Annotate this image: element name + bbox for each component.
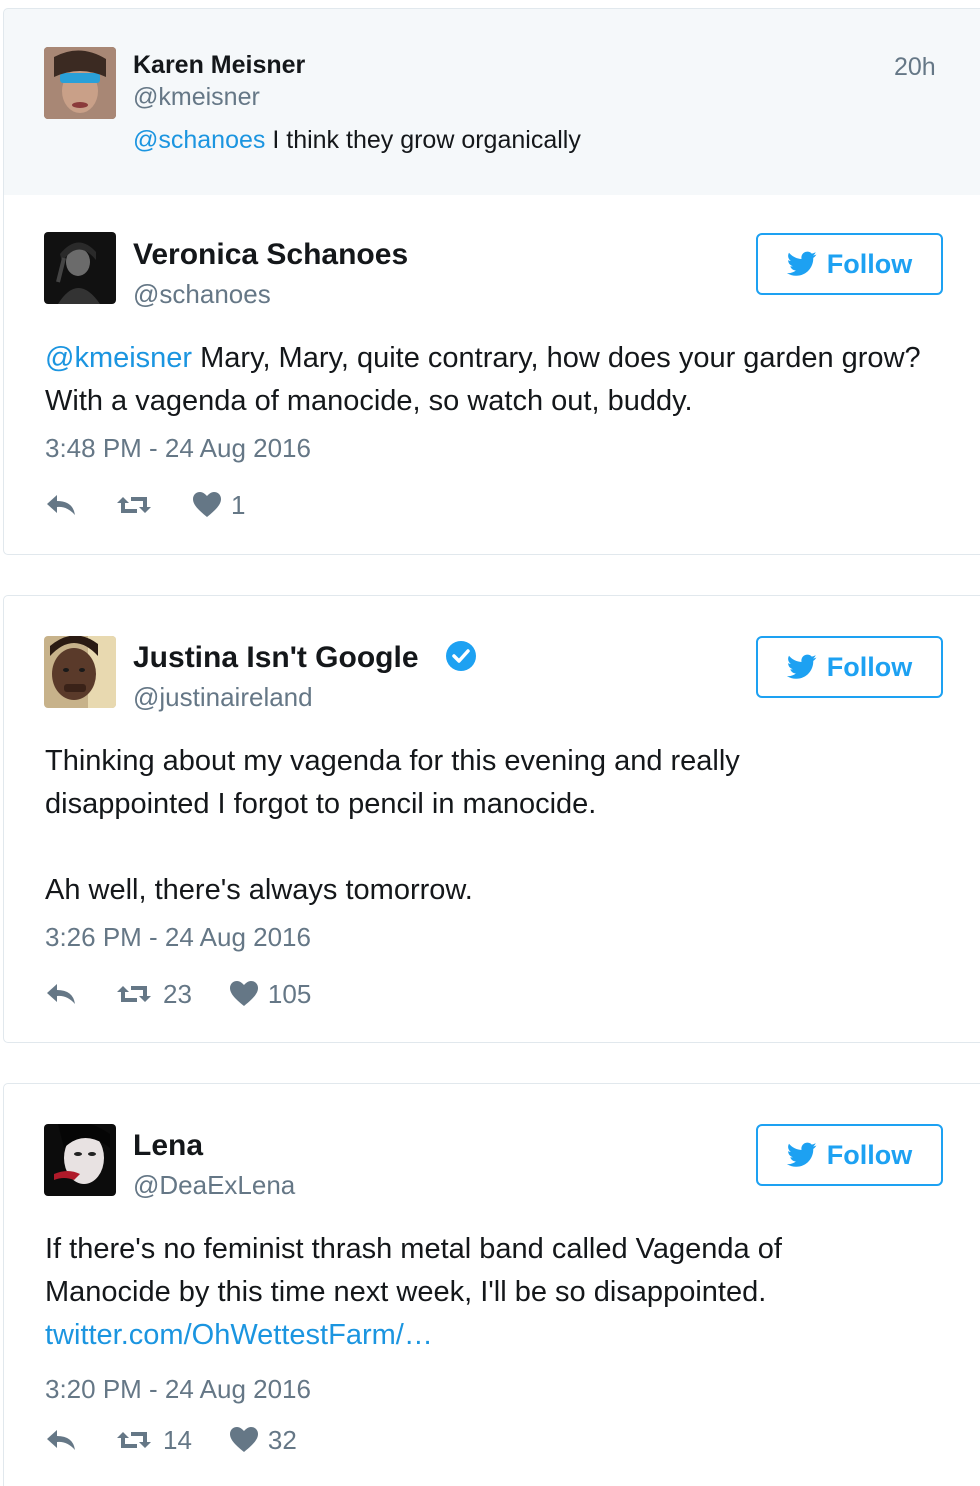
tweet-body: I think they grow organically: [265, 126, 581, 154]
retweet-icon: [117, 1432, 151, 1448]
tweet-actions: 14 32: [45, 1422, 297, 1458]
reply-button[interactable]: [45, 493, 77, 517]
twitter-bird-icon: [786, 654, 817, 679]
retweet-button[interactable]: 14: [115, 1425, 192, 1456]
follow-button[interactable]: Follow: [756, 233, 943, 295]
tweet-date[interactable]: 3:20 PM - 24 Aug 2016: [45, 1374, 311, 1405]
author-name[interactable]: Lena: [133, 1129, 203, 1163]
tweet-date[interactable]: 3:48 PM - 24 Aug 2016: [45, 433, 311, 464]
verified-badge-icon: [446, 641, 476, 671]
avatar-justina[interactable]: [44, 636, 116, 708]
author-name[interactable]: Justina Isn't Google: [133, 641, 419, 675]
author-name[interactable]: Karen Meisner: [133, 51, 305, 80]
heart-icon: [193, 492, 221, 517]
follow-label: Follow: [826, 248, 913, 279]
tweet-date[interactable]: 3:26 PM - 24 Aug 2016: [45, 922, 311, 953]
twitter-bird-icon: [786, 251, 817, 276]
tweet-actions: 23 105: [45, 976, 311, 1012]
like-count: 105: [267, 978, 312, 1009]
follow-label: Follow: [826, 651, 913, 682]
tweet-body: If there's no feminist thrash metal band…: [45, 1233, 782, 1308]
follow-label: Follow: [826, 1139, 913, 1170]
tweet-link[interactable]: twitter.com/OhWettestFarm/…: [45, 1319, 433, 1351]
retweet-button[interactable]: [115, 493, 163, 517]
reply-icon: [47, 495, 75, 515]
reply-icon: [47, 984, 75, 1004]
author-handle[interactable]: @justinaireland: [133, 682, 313, 713]
reply-button[interactable]: [45, 982, 77, 1006]
avatar-lena[interactable]: [44, 1124, 116, 1196]
tweet-card: Justina Isn't Google @justinaireland Fol…: [3, 595, 980, 1043]
author-handle[interactable]: @schanoes: [133, 279, 271, 310]
mention-link[interactable]: @kmeisner: [45, 342, 192, 374]
tweet-text: @schanoes I think they grow organically: [133, 126, 581, 155]
like-count: 32: [267, 1424, 297, 1455]
reply-button[interactable]: [45, 1428, 77, 1452]
tweet-text: @kmeisner Mary, Mary, quite contrary, ho…: [45, 337, 925, 423]
author-handle[interactable]: @DeaExLena: [133, 1170, 295, 1201]
heart-icon: [229, 1427, 258, 1452]
like-count: 1: [231, 489, 246, 520]
author-handle[interactable]: @kmeisner: [133, 83, 260, 112]
retweet-button[interactable]: 23: [115, 979, 192, 1010]
avatar-karen[interactable]: [44, 47, 116, 119]
follow-button[interactable]: Follow: [756, 636, 943, 698]
follow-button[interactable]: Follow: [756, 1124, 943, 1186]
tweet-text-paragraph-2: Ah well, there's always tomorrow.: [45, 874, 473, 906]
tweet-text-paragraph-1: Thinking about my vagenda for this eveni…: [45, 745, 740, 820]
like-button[interactable]: 1: [193, 490, 245, 521]
like-button[interactable]: 32: [229, 1424, 297, 1456]
like-button[interactable]: 105: [229, 978, 312, 1010]
retweet-count: 23: [163, 978, 192, 1009]
retweet-icon: [117, 497, 151, 513]
author-name[interactable]: Veronica Schanoes: [133, 238, 408, 272]
tweet-card: Veronica Schanoes @schanoes Follow @kmei…: [3, 195, 980, 555]
tweet-actions: 1: [45, 487, 245, 523]
retweet-count: 14: [163, 1424, 192, 1455]
tweet-text: If there's no feminist thrash metal band…: [45, 1228, 885, 1357]
heart-icon: [229, 981, 258, 1006]
retweet-icon: [117, 986, 151, 1002]
timestamp[interactable]: 20h: [894, 53, 936, 82]
tweet-card: Lena @DeaExLena Follow If there's no fem…: [3, 1083, 980, 1486]
mention-link[interactable]: @schanoes: [133, 126, 265, 154]
parent-tweet[interactable]: Karen Meisner @kmeisner 20h @schanoes I …: [3, 8, 980, 196]
avatar-veronica[interactable]: [44, 232, 116, 304]
reply-icon: [47, 1430, 75, 1450]
twitter-bird-icon: [786, 1142, 817, 1167]
